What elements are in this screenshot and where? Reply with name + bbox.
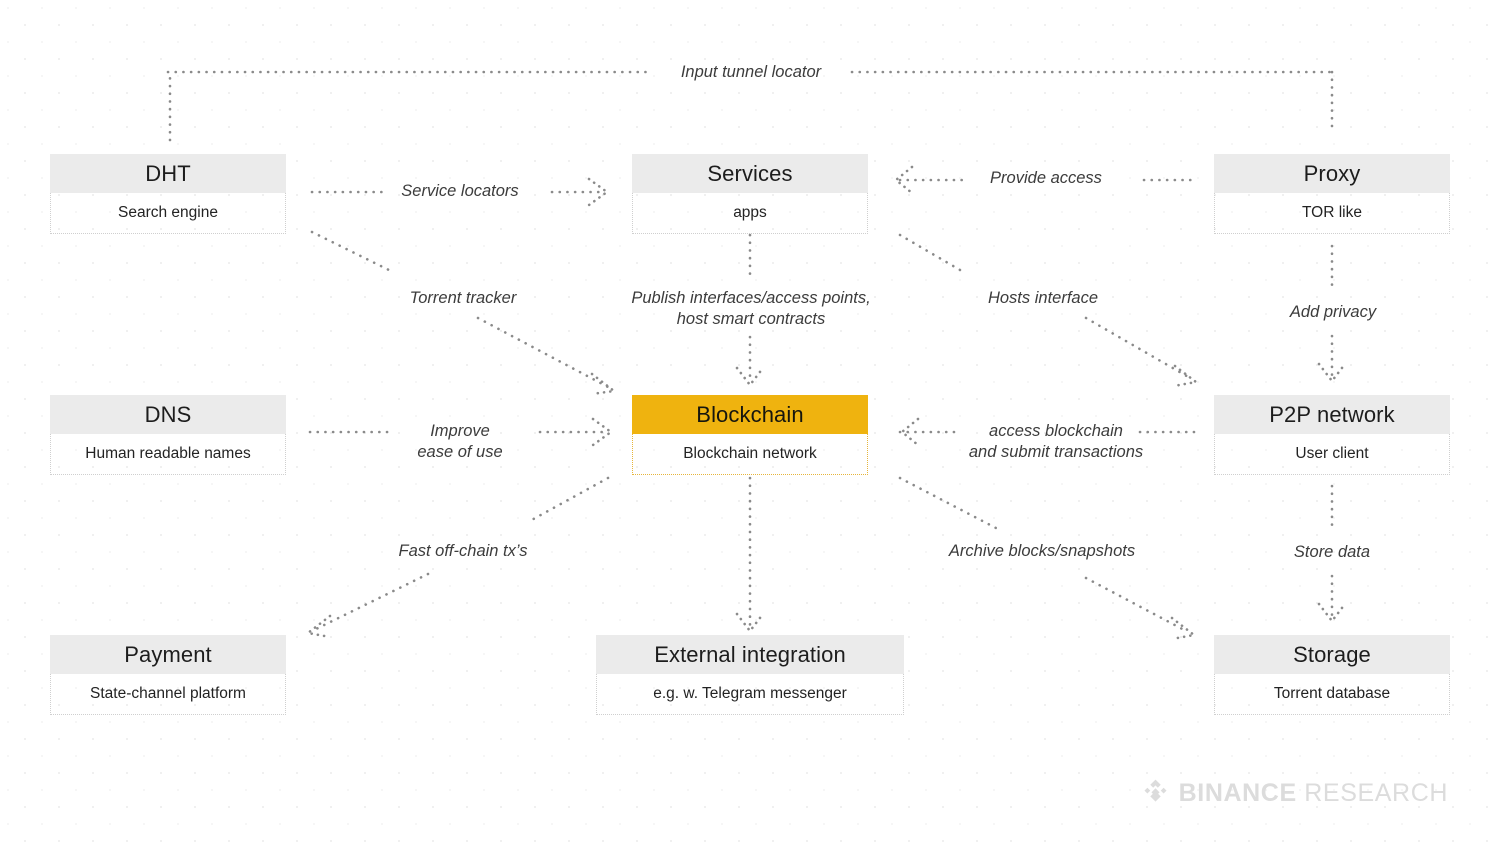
edge-archive-a [898, 476, 998, 530]
arrowhead-service-locators [587, 177, 610, 207]
edge-label-add-privacy: Add privacy [1289, 303, 1377, 321]
diagram-canvas: DHT Search engine Services apps Proxy TO… [0, 0, 1500, 844]
node-dns[interactable]: DNS Human readable names [50, 395, 286, 475]
node-blockchain-subtitle: Blockchain network [632, 434, 868, 475]
edge-label-torrent-tracker: Torrent tracker [409, 289, 517, 307]
node-services[interactable]: Services apps [632, 154, 868, 234]
node-external-integration[interactable]: External integration e.g. w. Telegram me… [596, 635, 904, 715]
node-storage-subtitle: Torrent database [1214, 674, 1450, 715]
node-dns-subtitle: Human readable names [50, 434, 286, 475]
binance-research-watermark: BINANCE RESEARCH [1141, 779, 1448, 808]
node-services-title: Services [632, 154, 868, 193]
node-storage[interactable]: Storage Torrent database [1214, 635, 1450, 715]
arrowhead-hosts-interface [1172, 364, 1200, 388]
node-dns-title: DNS [50, 395, 286, 434]
edge-fast-offchain-a [526, 476, 610, 524]
arrowhead-fast-offchain [304, 614, 332, 639]
node-blockchain[interactable]: Blockchain Blockchain network [632, 395, 868, 475]
node-p2p-network-title: P2P network [1214, 395, 1450, 434]
arrowhead-publish [735, 366, 765, 388]
edge-label-store-data: Store data [1293, 543, 1371, 561]
edge-label-access-blockchain: access blockchain and submit transaction… [968, 422, 1144, 461]
edge-hosts-interface-b [1084, 316, 1192, 380]
edge-label-improve-ease-of-use: Improve ease of use [417, 422, 503, 461]
node-services-subtitle: apps [632, 193, 868, 234]
node-dht-subtitle: Search engine [50, 193, 286, 234]
node-storage-title: Storage [1214, 635, 1450, 674]
arrowhead-store-data [1317, 602, 1347, 624]
edge-label-input-tunnel-locator: Input tunnel locator [680, 63, 822, 81]
edge-archive-b [1084, 576, 1190, 634]
arrowhead-provide-access [893, 165, 914, 195]
node-proxy[interactable]: Proxy TOR like [1214, 154, 1450, 234]
edge-label-service-locators: Service locators [401, 182, 519, 200]
arrowhead-torrent-tracker [590, 372, 618, 396]
node-proxy-title: Proxy [1214, 154, 1450, 193]
node-external-integration-subtitle: e.g. w. Telegram messenger [596, 674, 904, 715]
edge-label-provide-access: Provide access [990, 169, 1102, 187]
arrowhead-archive [1170, 616, 1198, 641]
node-payment-subtitle: State-channel platform [50, 674, 286, 715]
node-dht[interactable]: DHT Search engine [50, 154, 286, 234]
node-blockchain-title: Blockchain [632, 395, 868, 434]
watermark-product: RESEARCH [1296, 779, 1448, 807]
node-payment[interactable]: Payment State-channel platform [50, 635, 286, 715]
node-external-integration-title: External integration [596, 635, 904, 674]
edge-label-fast-off-chain: Fast off-chain tx’s [398, 542, 528, 560]
arrowhead-access-blockchain [899, 417, 920, 447]
node-proxy-subtitle: TOR like [1214, 193, 1450, 234]
edge-label-publish-interfaces: Publish interfaces/access points, host s… [631, 289, 871, 328]
watermark-brand: BINANCE [1178, 779, 1297, 807]
binance-diamond-logo [1144, 779, 1167, 802]
edge-fast-offchain-b [312, 572, 430, 632]
arrowhead-add-privacy [1317, 362, 1347, 384]
watermark-text: BINANCE RESEARCH [1179, 779, 1448, 808]
arrowhead-improve [591, 417, 614, 447]
edge-torrent-tracker-a [310, 230, 395, 274]
node-payment-title: Payment [50, 635, 286, 674]
edge-label-hosts-interface: Hosts interface [987, 289, 1099, 307]
node-p2p-network-subtitle: User client [1214, 434, 1450, 475]
edge-hosts-interface-a [898, 233, 962, 272]
node-p2p-network[interactable]: P2P network User client [1214, 395, 1450, 475]
node-dht-title: DHT [50, 154, 286, 193]
arrowhead-external [735, 612, 765, 634]
edge-label-archive-blocks: Archive blocks/snapshots [948, 542, 1136, 560]
